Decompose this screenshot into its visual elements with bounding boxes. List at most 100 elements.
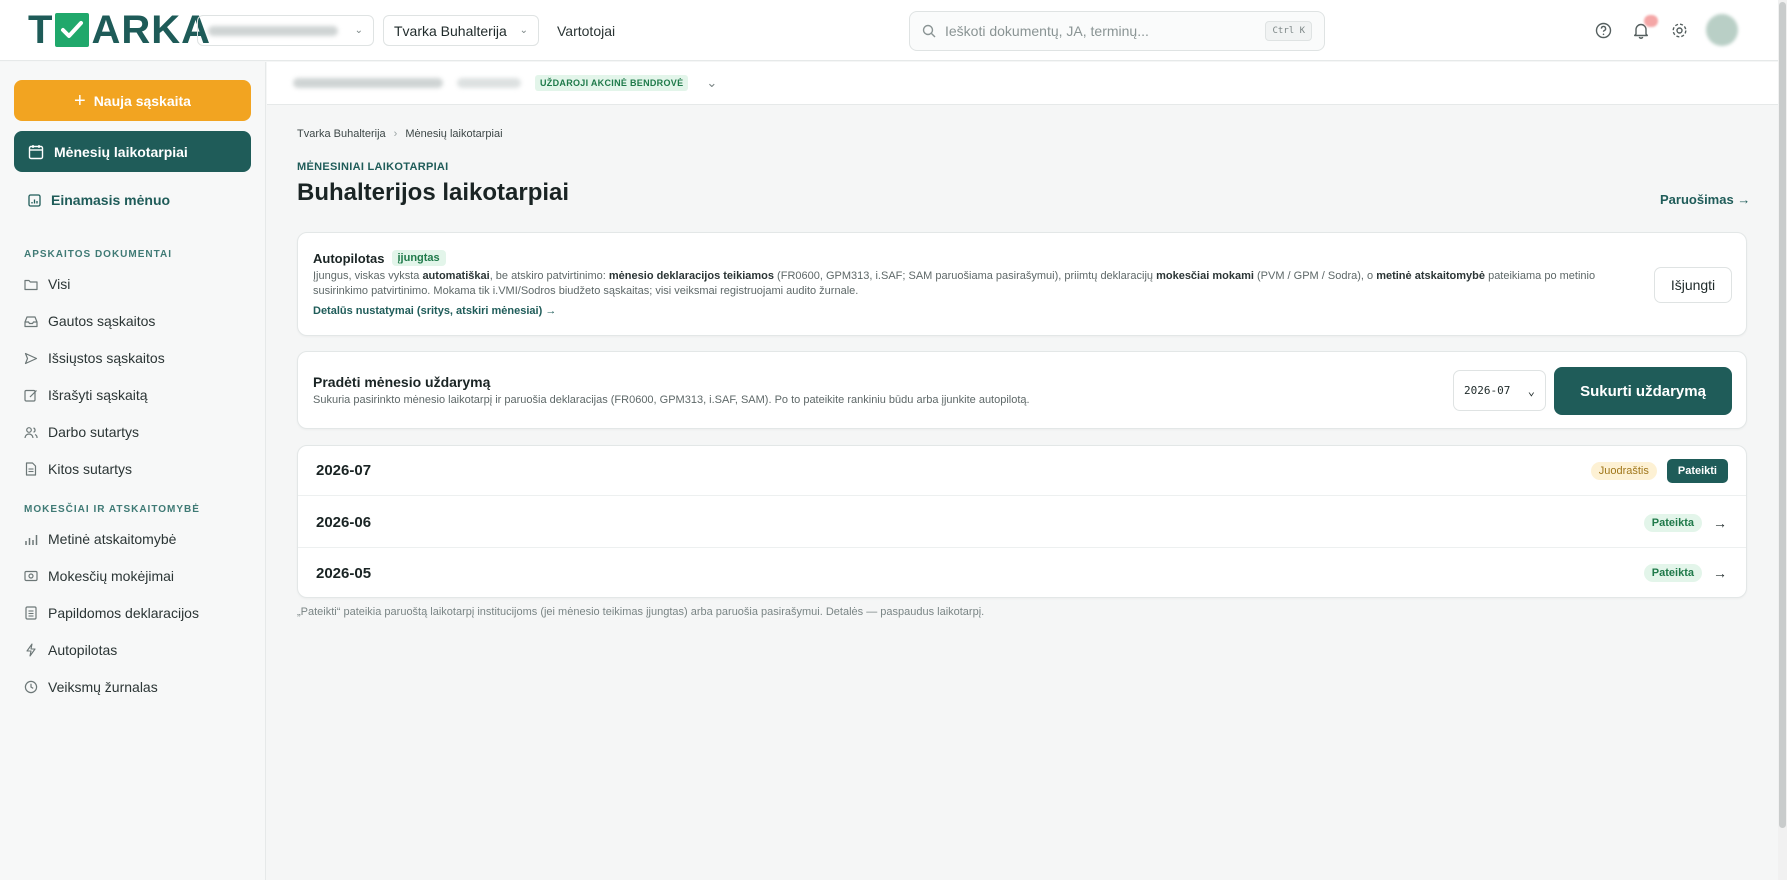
sidebar-item-label: Visi [48, 276, 71, 292]
sidebar-item-label: Išrašyti sąskaitą [48, 387, 148, 403]
bar-chart-icon [24, 532, 38, 546]
page-title: Buhalterijos laikotarpiai [297, 179, 570, 206]
create-closing-button[interactable]: Sukurti uždarymą [1554, 367, 1732, 415]
autopilot-title-row: Autopilotas įjungtas [313, 250, 446, 266]
sidebar-item-action-log[interactable]: Veiksmų žurnalas [24, 679, 158, 695]
chevron-down-icon[interactable]: ⌄ [706, 75, 717, 91]
sidebar-item-label: Išsiųstos sąskaitos [48, 350, 165, 366]
periods-list: 2026-07 Juodraštis Pateikti 2026-06 Pate… [297, 445, 1747, 598]
draft-badge: Juodraštis [1590, 461, 1657, 480]
sidebar-item-all[interactable]: Visi [24, 276, 70, 292]
arrow-right-icon[interactable]: → [1712, 515, 1728, 531]
lightning-icon [24, 643, 38, 657]
close-month-description: Sukuria pasirinkto mėnesio laikotarpį ir… [313, 394, 1030, 406]
sidebar-item-issue-invoice[interactable]: Išrašyti sąskaitą [24, 387, 148, 403]
folder-icon [24, 277, 38, 291]
sidebar-item-current-month[interactable]: Einamasis mėnuo [28, 192, 170, 208]
inbox-icon [24, 314, 38, 328]
chevron-down-icon: ⌄ [354, 25, 363, 36]
sidebar-item-received-invoices[interactable]: Gautos sąskaitos [24, 313, 155, 329]
organization-code-redacted [457, 78, 521, 88]
period-row[interactable]: 2026-07 Juodraštis Pateikti [298, 446, 1746, 496]
bell-icon[interactable] [1630, 15, 1658, 41]
organization-bar: UŽDAROJI AKCINĖ BENDROVĖ ⌄ [267, 62, 1778, 105]
logo-letters-arka: ARKA [91, 7, 211, 52]
close-month-card: Pradėti mėnesio uždarymą Sukuria pasirin… [297, 351, 1747, 429]
disable-autopilot-button[interactable]: Išjungti [1654, 267, 1732, 303]
period-select[interactable]: 2026-07 ⌄ [1453, 370, 1546, 411]
send-icon [24, 351, 38, 365]
search-shortcut-hint: Ctrl K [1265, 21, 1312, 41]
new-invoice-button[interactable]: + Nauja sąskaita [14, 80, 251, 121]
section-title-documents: APSKAITOS DOKUMENTAI [24, 249, 172, 260]
gear-icon[interactable] [1668, 19, 1690, 41]
list-icon [24, 606, 38, 620]
close-month-title: Pradėti mėnesio uždarymą [313, 374, 491, 390]
section-title-taxes: MOKESČIAI IR ATSKAITOMYBĖ [24, 504, 200, 515]
logo-check-icon [55, 13, 90, 47]
money-icon [24, 569, 38, 583]
sidebar-item-sent-invoices[interactable]: Išsiųstos sąskaitos [24, 350, 165, 366]
sidebar-item-monthly-periods[interactable]: Mėnesių laikotarpiai [14, 131, 251, 172]
chevron-right-icon: › [393, 128, 398, 140]
organization-name-redacted [293, 78, 443, 88]
file-icon [24, 462, 38, 476]
arrow-right-icon[interactable]: → [1712, 565, 1728, 581]
sidebar-item-label: Einamasis mėnuo [51, 192, 171, 208]
app-logo[interactable]: T ARKA [28, 7, 211, 52]
notification-badge [1644, 15, 1658, 27]
sidebar-item-autopilot[interactable]: Autopilotas [24, 642, 117, 658]
period-select-value: 2026-07 [1464, 384, 1511, 397]
avatar[interactable] [1706, 14, 1738, 46]
help-icon[interactable] [1592, 19, 1614, 41]
search-icon [922, 24, 936, 38]
period-row[interactable]: 2026-05 Pateikta → [298, 548, 1746, 598]
company-select[interactable]: ⌄ [197, 15, 374, 46]
sidebar-item-label: Mėnesių laikotarpiai [54, 143, 188, 160]
period-label: 2026-07 [316, 462, 372, 479]
scrollbar-thumb[interactable] [1779, 2, 1786, 828]
page-scrollbar[interactable] [1778, 0, 1787, 880]
sidebar-item-label: Veiksmų žurnalas [48, 679, 158, 695]
sidebar-item-label: Kitos sutartys [48, 461, 133, 477]
calendar-icon [28, 144, 44, 159]
sidebar-item-employment-contracts[interactable]: Darbo sutartys [24, 424, 139, 440]
submit-button[interactable]: Pateikti [1666, 458, 1728, 483]
sidebar-item-other-contracts[interactable]: Kitos sutartys [24, 461, 132, 477]
chevron-down-icon: ⌄ [1527, 383, 1535, 398]
sidebar-item-label: Gautos sąskaitos [48, 313, 156, 329]
submitted-badge: Pateikta [1643, 513, 1702, 532]
breadcrumb-current: Mėnesių laikotarpiai [405, 128, 503, 140]
sidebar-item-tax-payments[interactable]: Mokesčių mokėjimai [24, 568, 174, 584]
breadcrumb-root[interactable]: Tvarka Buhalterija [297, 128, 386, 140]
new-invoice-label: Nauja sąskaita [93, 92, 191, 109]
app-select-value: Tvarka Buhalterija [394, 22, 507, 39]
period-row[interactable]: 2026-06 Pateikta → [298, 498, 1746, 548]
logo-letter-t: T [28, 7, 54, 52]
sidebar: + Nauja sąskaita Mėnesių laikotarpiai Ei… [0, 62, 266, 880]
search-input[interactable]: Ieškoti dokumentų, JA, terminų... Ctrl K [909, 11, 1325, 51]
sidebar-item-label: Darbo sutartys [48, 424, 140, 440]
edit-icon [24, 388, 38, 402]
autopilot-title: Autopilotas [313, 250, 385, 266]
autopilot-description: Įjungus, viskas vyksta automatiškai, be … [313, 270, 1596, 297]
company-name-redacted [208, 25, 338, 36]
autopilot-settings-link[interactable]: Detalūs nustatymai (sritys, atskiri mėne… [313, 305, 556, 317]
app-select[interactable]: Tvarka Buhalterija ⌄ [383, 15, 539, 46]
users-icon [24, 425, 38, 439]
sidebar-item-annual-reporting[interactable]: Metinė atskaitomybė [24, 531, 176, 547]
sidebar-item-additional-declarations[interactable]: Papildomos deklaracijos [24, 605, 199, 621]
chevron-down-icon: ⌄ [519, 25, 528, 36]
plus-icon: + [74, 89, 86, 112]
top-bar: T ARKA ⌄ Tvarka Buhalterija ⌄ Vartotojai… [0, 0, 1778, 61]
preparation-link[interactable]: Paruošimas → [1660, 192, 1750, 207]
page-kicker: MĖNESINIAI LAIKOTARPIAI [297, 161, 449, 173]
clock-icon [24, 680, 38, 694]
autopilot-card: Autopilotas įjungtas Įjungus, viskas vyk… [297, 232, 1747, 336]
sidebar-item-label: Metinė atskaitomybė [48, 531, 177, 547]
status-badge: įjungtas [391, 250, 446, 266]
breadcrumb: Tvarka Buhalterija › Mėnesių laikotarpia… [297, 128, 503, 140]
search-placeholder: Ieškoti dokumentų, JA, terminų... [945, 23, 1149, 39]
sidebar-item-label: Papildomos deklaracijos [48, 605, 199, 621]
nav-users-link[interactable]: Vartotojai [557, 23, 615, 39]
